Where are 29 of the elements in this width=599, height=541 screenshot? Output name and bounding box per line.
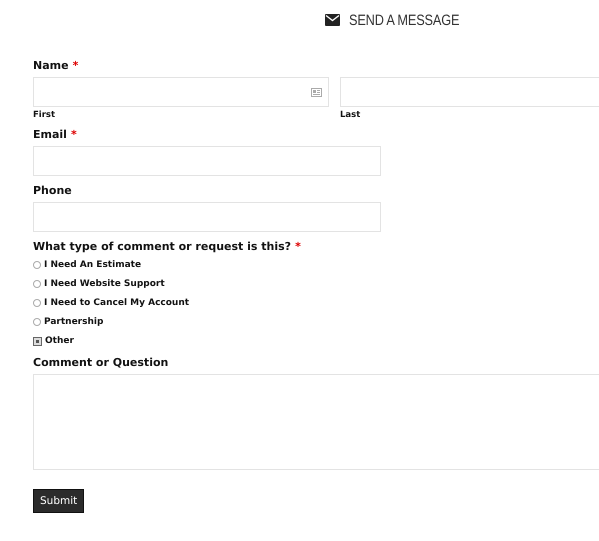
envelope-icon: [325, 14, 340, 26]
radio-button[interactable]: [33, 336, 42, 346]
option-label[interactable]: Other: [45, 336, 74, 346]
submit-button[interactable]: Submit: [33, 489, 84, 513]
contact-card-icon: [311, 88, 322, 97]
radio-button[interactable]: [33, 299, 41, 307]
field-label: Email: [33, 128, 67, 141]
field-label: What type of comment or request is this?: [33, 240, 292, 253]
field-label: Comment or Question: [33, 356, 168, 369]
required-mark: *: [295, 240, 301, 253]
option-label[interactable]: Partnership: [44, 317, 104, 327]
option-label[interactable]: I Need An Estimate: [44, 260, 142, 270]
comment-textarea[interactable]: [33, 374, 599, 470]
sublabel: First: [33, 110, 56, 120]
radio-button[interactable]: [33, 280, 41, 288]
radio-button[interactable]: [33, 261, 41, 269]
required-mark: *: [70, 128, 77, 141]
field-label: Name: [33, 59, 69, 72]
phone-field[interactable]: [33, 202, 381, 232]
email-field[interactable]: [33, 146, 381, 176]
form-title: SEND A MESSAGE: [349, 12, 460, 28]
field-label: Phone: [33, 184, 72, 197]
sublabel: Last: [340, 110, 362, 120]
option-label[interactable]: I Need Website Support: [44, 279, 165, 289]
required-mark: *: [72, 59, 78, 72]
first-name-field[interactable]: [33, 77, 329, 107]
last-name-field[interactable]: [340, 77, 599, 107]
radio-button[interactable]: [33, 318, 41, 326]
option-label[interactable]: I Need to Cancel My Account: [44, 298, 190, 308]
